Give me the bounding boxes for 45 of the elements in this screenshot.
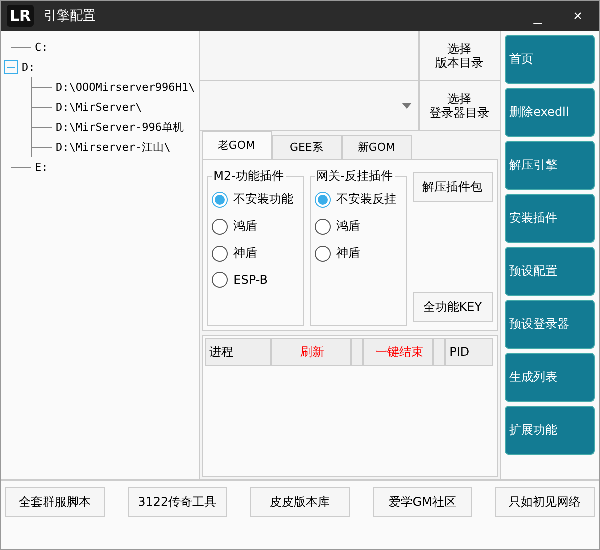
minimize-button[interactable]: _	[523, 8, 553, 24]
menu-button[interactable]: 预设配置	[504, 247, 595, 296]
menu-button[interactable]: 安装插件	[504, 194, 595, 243]
column-header: PID	[444, 338, 493, 366]
menu-button[interactable]: 生成列表	[504, 353, 595, 402]
radio-option[interactable]: 鸿盾	[314, 218, 402, 235]
link-button[interactable]: 爱学GM社区	[372, 487, 472, 517]
radio-option[interactable]: 神盾	[314, 245, 402, 262]
link-button[interactable]: 全套群服脚本	[5, 487, 105, 517]
link-button[interactable]: 只如初见网络	[495, 487, 595, 517]
panel-button[interactable]: 全功能KEY	[412, 292, 493, 322]
panel-button[interactable]: 解压插件包	[412, 172, 493, 202]
tree-item[interactable]: D:\OOOMirserver996H1\	[56, 80, 196, 94]
link-button[interactable]: 3122传奇工具	[128, 487, 228, 517]
group-title: M2-功能插件	[212, 168, 285, 185]
tree-item[interactable]: D:\MirServer-996单机	[56, 120, 184, 134]
window-title: 引擎配置	[44, 8, 98, 25]
collapse-toggle[interactable]	[4, 60, 18, 74]
tab[interactable]: 新GOM	[342, 135, 412, 159]
tab[interactable]: 老GOM	[202, 131, 272, 159]
radio-option[interactable]: 神盾	[212, 245, 299, 262]
menu-button[interactable]: 预设登录器	[504, 300, 595, 349]
dropdown-arrow-icon	[402, 102, 412, 108]
radio-option[interactable]: 不安装功能	[212, 191, 299, 208]
radio-option[interactable]: 不安装反挂	[314, 191, 402, 208]
column-header	[432, 338, 445, 366]
menu-button[interactable]: 删除exedll	[504, 88, 595, 137]
tab[interactable]: GEE系	[272, 135, 342, 159]
link-button[interactable]: 皮皮版本库	[250, 487, 350, 517]
close-button[interactable]: ×	[563, 8, 593, 24]
tree-item[interactable]: D:	[22, 60, 36, 74]
radio-option[interactable]: ESP-B	[212, 272, 299, 288]
group-title: 网关-反挂插件	[316, 168, 394, 185]
tree-item[interactable]: E:	[35, 160, 48, 174]
column-header: 进程	[204, 338, 271, 366]
menu-button[interactable]: 首页	[504, 35, 595, 84]
path-field[interactable]	[200, 31, 420, 80]
menu-button[interactable]: 解压引擎	[504, 141, 595, 190]
column-header	[350, 338, 363, 366]
radio-option[interactable]: 鸿盾	[212, 218, 299, 235]
menu-button[interactable]: 扩展功能	[504, 406, 595, 455]
tree-item[interactable]: D:\Mirserver-江山\	[56, 140, 171, 154]
tree-item[interactable]: C:	[35, 40, 48, 54]
tree-item[interactable]: D:\MirServer\	[56, 100, 142, 114]
app-logo: LR	[7, 5, 34, 27]
